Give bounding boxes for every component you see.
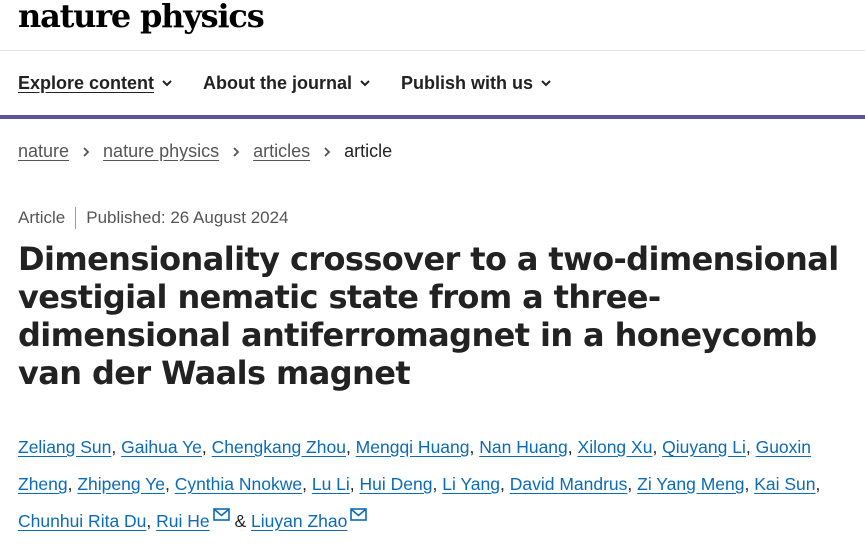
nav-about-the-journal[interactable]: About the journal [203,73,371,94]
breadcrumb-articles[interactable]: articles [253,141,310,162]
mail-icon[interactable] [350,508,368,521]
breadcrumb: nature nature physics articles article [18,141,392,162]
author-link[interactable]: Kai Sun [754,474,815,494]
article-meta: Article Published: 26 August 2024 [18,207,289,229]
chevron-down-icon [360,80,370,87]
chevron-right-icon [83,146,90,157]
main-nav: Explore content About the journal Publis… [0,51,865,115]
author-link[interactable]: Cynthia Nnokwe [175,474,302,494]
author-link[interactable]: Mengqi Huang [356,437,470,457]
chevron-right-icon [233,146,240,157]
author-link[interactable]: Chengkang Zhou [212,437,346,457]
author-link[interactable]: Zi Yang Meng [637,474,744,494]
author-link[interactable]: Nan Huang [479,437,568,457]
nav-label: Publish with us [401,72,534,93]
publish-date: Published: 26 August 2024 [86,208,289,227]
author-list: Zeliang Sun, Gaihua Ye, Chengkang Zhou, … [18,437,821,531]
meta-divider [75,207,77,229]
site-logo[interactable]: nature physics [18,0,265,36]
author-link[interactable]: Li Yang [442,474,500,494]
breadcrumb-nature[interactable]: nature [18,141,69,162]
chevron-down-icon [162,80,172,87]
breadcrumb-nature-physics[interactable]: nature physics [103,141,219,162]
author-link[interactable]: Zhipeng Ye [77,474,165,494]
author-link[interactable]: Gaihua Ye [121,437,202,457]
nav-publish-with-us[interactable]: Publish with us [401,73,552,94]
logo-bar: nature physics [0,0,865,51]
author-link[interactable]: Hui Deng [360,474,433,494]
nav-divider [0,115,865,119]
author-link[interactable]: Liuyan Zhao [251,511,347,531]
author-link[interactable]: Lu Li [312,474,350,494]
article-type: Article [18,208,66,227]
chevron-right-icon [324,146,331,157]
nav-explore-content[interactable]: Explore content [18,73,173,94]
mail-icon[interactable] [212,508,230,521]
author-link[interactable]: Xilong Xu [578,437,653,457]
author-link[interactable]: Zeliang Sun [18,437,111,457]
nav-label: About the journal [203,72,353,93]
nav-label: Explore content [18,72,155,93]
breadcrumb-current: article [344,141,393,161]
author-link[interactable]: Rui He [156,511,210,531]
chevron-down-icon [541,80,551,87]
article-title: Dimensionality crossover to a two-dimens… [18,240,839,392]
author-link[interactable]: Qiuyang Li [662,437,746,457]
author-link[interactable]: David Mandrus [510,474,628,494]
author-link[interactable]: Chunhui Rita Du [18,511,146,531]
